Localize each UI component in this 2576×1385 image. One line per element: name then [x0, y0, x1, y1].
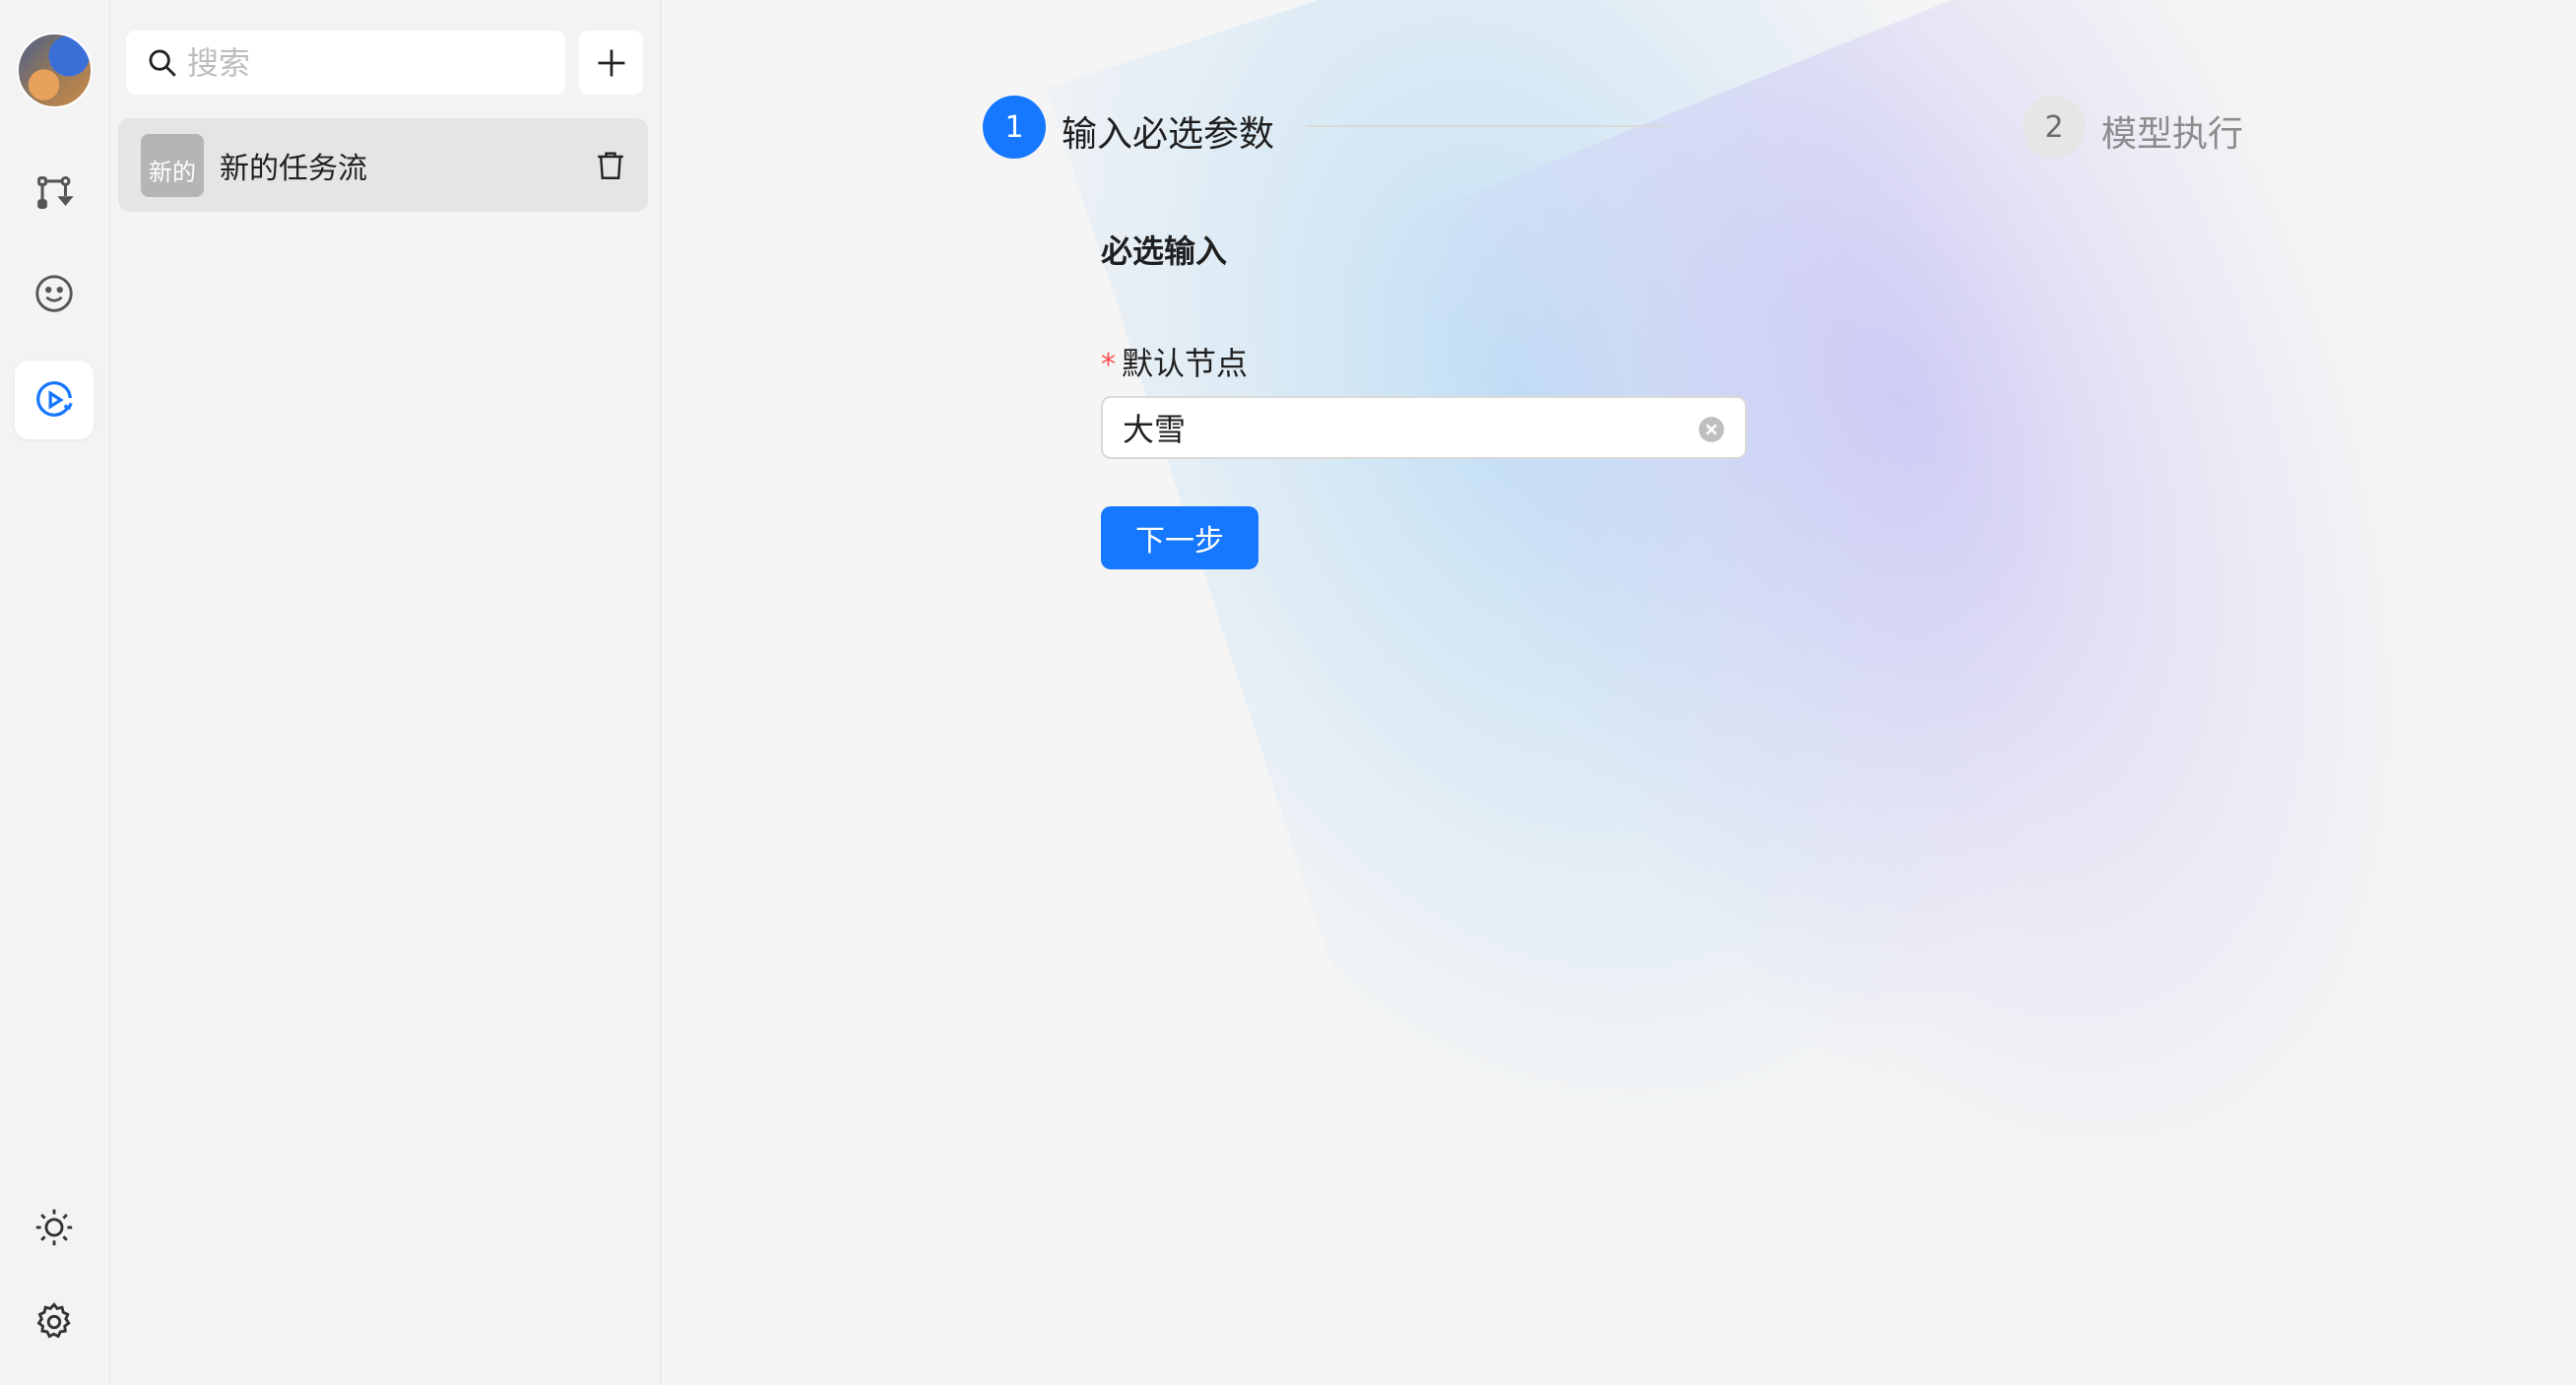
session-item[interactable]: 新的 新的任务流	[118, 118, 648, 212]
step-connector	[1306, 125, 1670, 127]
clear-icon[interactable]	[1698, 416, 1725, 443]
default-node-label: * 默认节点	[1101, 339, 1248, 384]
background-glow	[1361, 0, 2576, 1335]
workflow-nav-button[interactable]	[15, 155, 94, 233]
plus-icon	[598, 49, 624, 76]
search-input[interactable]	[187, 43, 542, 82]
sun-icon	[35, 1209, 73, 1246]
settings-button[interactable]	[15, 1283, 94, 1361]
workflow-icon	[37, 175, 74, 209]
play-loop-icon	[36, 381, 73, 417]
step-2-number: 2	[2023, 96, 2086, 159]
trash-icon[interactable]	[593, 148, 628, 183]
step-2-title: 模型执行	[2101, 114, 2244, 155]
default-node-input[interactable]	[1123, 409, 1674, 446]
session-thumbnail: 新的	[141, 133, 204, 197]
smiley-icon	[35, 275, 73, 312]
step-1-title: 输入必选参数	[1062, 114, 1275, 155]
session-sidebar: 新的 新的任务流	[110, 0, 662, 1385]
main-panel: 1 输入必选参数 2 模型执行 必选输入 *默认节点 下一步	[664, 0, 2576, 1385]
required-mark: *	[1101, 348, 1116, 382]
search-icon	[149, 49, 176, 77]
form-title: 必选输入	[1101, 232, 1228, 270]
step-1-number: 1	[983, 96, 1046, 159]
avatar[interactable]	[17, 33, 93, 108]
chat-nav-button[interactable]	[15, 254, 94, 333]
run-nav-button[interactable]	[15, 361, 94, 439]
icon-rail	[0, 0, 110, 1385]
add-session-button[interactable]	[579, 31, 643, 95]
next-step-button[interactable]: 下一步	[1101, 506, 1258, 569]
search-box[interactable]	[126, 31, 565, 95]
background-glow	[1046, 0, 2271, 1260]
default-node-field[interactable]	[1101, 396, 1747, 459]
default-node-label-text: 默认节点	[1122, 345, 1249, 382]
gear-icon	[36, 1302, 71, 1339]
session-title: 新的任务流	[220, 151, 367, 186]
theme-toggle-button[interactable]	[15, 1188, 94, 1267]
